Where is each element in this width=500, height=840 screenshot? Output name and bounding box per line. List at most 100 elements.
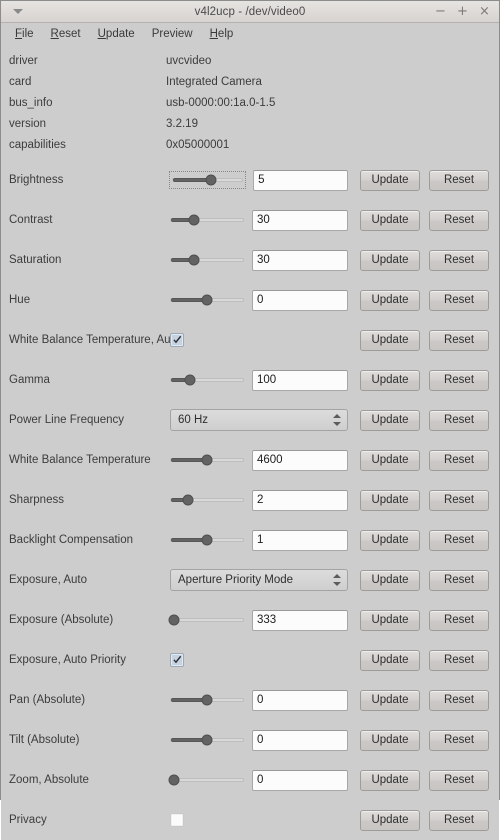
update-button-exposure-auto[interactable]: Update <box>360 569 420 591</box>
spinner-arrows-icon[interactable] <box>332 413 341 427</box>
value-input-exposure-absolute[interactable]: 333 <box>252 609 348 631</box>
value-input-brightness[interactable]: 5 <box>253 169 348 191</box>
chevron-up-icon[interactable] <box>332 414 341 418</box>
slider-pan-absolute[interactable] <box>170 692 244 708</box>
checkbox-privacy[interactable] <box>170 813 184 827</box>
menu-item-file[interactable]: File <box>8 26 44 42</box>
control-row-privacy: Privacy Update Reset <box>1 800 499 840</box>
chevron-down-icon[interactable] <box>332 422 341 426</box>
value-input-pan-absolute[interactable]: 0 <box>252 689 348 711</box>
slider-handle[interactable] <box>205 174 217 186</box>
slider-exposure-absolute[interactable] <box>168 612 244 628</box>
slider-handle[interactable] <box>184 374 196 386</box>
update-button-white-balance-temperature[interactable]: Update <box>360 449 420 471</box>
maximize-icon[interactable]: + <box>457 5 468 18</box>
info-value-version: 3.2.19 <box>166 117 198 130</box>
slider-handle[interactable] <box>201 734 213 746</box>
spinner-arrows-icon[interactable] <box>332 573 341 587</box>
update-button-white-balance-temperature-auto[interactable]: Update <box>360 329 420 351</box>
reset-button-saturation[interactable]: Reset <box>429 249 489 271</box>
control-label: Hue <box>9 294 31 306</box>
slider-handle[interactable] <box>168 774 180 786</box>
slider-backlight-compensation[interactable] <box>170 532 244 548</box>
checkbox-slot <box>170 813 244 827</box>
reset-button-hue[interactable]: Reset <box>429 289 489 311</box>
chevron-up-icon[interactable] <box>332 574 341 578</box>
slider-sharpness[interactable] <box>170 492 244 508</box>
reset-button-brightness[interactable]: Reset <box>429 169 489 191</box>
value-input-tilt-absolute[interactable]: 0 <box>252 729 348 751</box>
slider-track <box>170 214 244 226</box>
update-button-pan-absolute[interactable]: Update <box>360 689 420 711</box>
close-icon[interactable]: × <box>479 5 490 18</box>
value-input-gamma[interactable]: 100 <box>252 369 348 391</box>
slider-contrast[interactable] <box>170 212 244 228</box>
slider-handle[interactable] <box>188 214 200 226</box>
combobox-exposure-auto[interactable]: Aperture Priority Mode <box>170 569 348 591</box>
reset-button-white-balance-temperature[interactable]: Reset <box>429 449 489 471</box>
slider-zoom-absolute[interactable] <box>168 772 244 788</box>
update-button-brightness[interactable]: Update <box>360 169 420 191</box>
menu-item-preview[interactable]: Preview <box>145 26 203 42</box>
titlebar[interactable]: v4l2ucp - /dev/video0 − + × <box>1 1 499 23</box>
reset-button-exposure-absolute[interactable]: Reset <box>429 609 489 631</box>
reset-button-pan-absolute[interactable]: Reset <box>429 689 489 711</box>
reset-button-backlight-compensation[interactable]: Reset <box>429 529 489 551</box>
update-button-power-line-frequency[interactable]: Update <box>360 409 420 431</box>
update-button-backlight-compensation[interactable]: Update <box>360 529 420 551</box>
slider-tilt-absolute[interactable] <box>170 732 244 748</box>
update-button-privacy[interactable]: Update <box>360 809 420 831</box>
window-menu-button[interactable] <box>1 2 31 22</box>
reset-button-gamma[interactable]: Reset <box>429 369 489 391</box>
value-input-saturation[interactable]: 30 <box>252 249 348 271</box>
update-button-contrast[interactable]: Update <box>360 209 420 231</box>
update-button-saturation[interactable]: Update <box>360 249 420 271</box>
menu-mnemonic: R <box>50 27 59 40</box>
reset-button-exposure-auto[interactable]: Reset <box>429 569 489 591</box>
value-input-backlight-compensation[interactable]: 1 <box>252 529 348 551</box>
value-input-hue[interactable]: 0 <box>252 289 348 311</box>
update-button-gamma[interactable]: Update <box>360 369 420 391</box>
slider-gamma[interactable] <box>170 372 244 388</box>
reset-button-contrast[interactable]: Reset <box>429 209 489 231</box>
reset-button-white-balance-temperature-auto[interactable]: Reset <box>429 329 489 351</box>
update-button-exposure-absolute[interactable]: Update <box>360 609 420 631</box>
update-button-sharpness[interactable]: Update <box>360 489 420 511</box>
update-button-zoom-absolute[interactable]: Update <box>360 769 420 791</box>
slider-handle[interactable] <box>201 534 213 546</box>
slider-handle[interactable] <box>201 454 213 466</box>
slider-saturation[interactable] <box>170 252 244 268</box>
update-button-tilt-absolute[interactable]: Update <box>360 729 420 751</box>
checkbox-white-balance-temperature-auto[interactable] <box>170 333 184 347</box>
slider-hue[interactable] <box>170 292 244 308</box>
chevron-down-icon[interactable] <box>332 582 341 586</box>
slider-handle[interactable] <box>182 494 194 506</box>
menu-item-reset[interactable]: Reset <box>44 26 91 42</box>
menu-item-help[interactable]: Help <box>203 26 244 42</box>
minimize-icon[interactable]: − <box>435 5 446 18</box>
control-label: Zoom, Absolute <box>9 774 89 786</box>
reset-button-sharpness[interactable]: Reset <box>429 489 489 511</box>
reset-button-privacy[interactable]: Reset <box>429 809 489 831</box>
reset-button-exposure-auto-priority[interactable]: Reset <box>429 649 489 671</box>
reset-button-tilt-absolute[interactable]: Reset <box>429 729 489 751</box>
value-input-zoom-absolute[interactable]: 0 <box>252 769 348 791</box>
slider-handle[interactable] <box>201 294 213 306</box>
update-button-exposure-auto-priority[interactable]: Update <box>360 649 420 671</box>
slider-handle[interactable] <box>188 254 200 266</box>
slider-white-balance-temperature[interactable] <box>170 452 244 468</box>
value-input-white-balance-temperature[interactable]: 4600 <box>252 449 348 471</box>
reset-button-power-line-frequency[interactable]: Reset <box>429 409 489 431</box>
reset-button-zoom-absolute[interactable]: Reset <box>429 769 489 791</box>
slider-track <box>170 694 244 706</box>
update-button-hue[interactable]: Update <box>360 289 420 311</box>
value-input-sharpness[interactable]: 2 <box>252 489 348 511</box>
combobox-power-line-frequency[interactable]: 60 Hz <box>170 409 348 431</box>
slider-handle[interactable] <box>168 614 180 626</box>
slider-handle[interactable] <box>201 694 213 706</box>
control-row-saturation: Saturation 30 Update Reset <box>1 240 499 280</box>
slider-brightness[interactable] <box>168 171 247 189</box>
value-input-contrast[interactable]: 30 <box>252 209 348 231</box>
menu-item-update[interactable]: Update <box>91 26 145 42</box>
checkbox-exposure-auto-priority[interactable] <box>170 653 184 667</box>
